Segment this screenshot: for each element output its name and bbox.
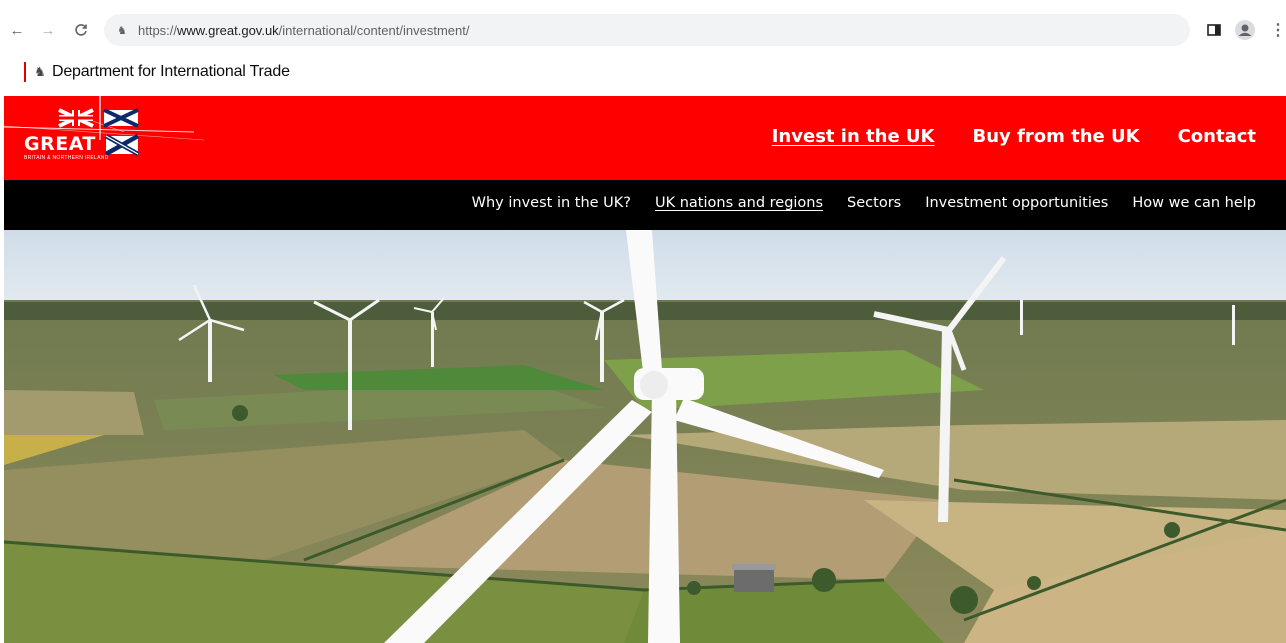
wind-farm-illustration (4, 230, 1286, 643)
subnav-sectors[interactable]: Sectors (847, 195, 901, 211)
subnav-how-we-can-help[interactable]: How we can help (1132, 195, 1256, 211)
subnav-investment-opportunities[interactable]: Investment opportunities (925, 195, 1108, 211)
forward-arrow-icon[interactable]: → (37, 19, 59, 41)
great-logo[interactable]: GREAT BRITAIN & NORTHERN IRELAND (3, 96, 205, 180)
department-banner: ♞ Department for International Trade (0, 50, 1286, 96)
site-crest-icon[interactable]: ♞ (114, 22, 130, 38)
logo-wordmark: GREAT (24, 133, 96, 155)
reload-icon[interactable] (70, 19, 92, 41)
url-text[interactable]: https://www.great.gov.uk/international/c… (138, 23, 469, 38)
side-panel-icon[interactable] (1203, 19, 1225, 41)
department-rule (24, 62, 26, 82)
main-navigation: Invest in the UK Buy from the UK Contact (772, 126, 1256, 147)
royal-crest-icon: ♞ (34, 64, 46, 79)
logo-subtitle: BRITAIN & NORTHERN IRELAND (24, 155, 109, 161)
site-header: GREAT BRITAIN & NORTHERN IRELAND Invest … (3, 96, 1286, 180)
back-arrow-icon[interactable]: ← (6, 19, 28, 41)
department-name[interactable]: Department for International Trade (52, 63, 290, 81)
section-navigation: Why invest in the UK? UK nations and reg… (4, 180, 1286, 230)
subnav-why-invest[interactable]: Why invest in the UK? (472, 195, 631, 211)
nav-invest-in-the-uk[interactable]: Invest in the UK (772, 126, 935, 147)
nav-buy-from-the-uk[interactable]: Buy from the UK (972, 126, 1139, 147)
hero-image (4, 230, 1286, 643)
nav-contact[interactable]: Contact (1178, 126, 1256, 147)
subnav-nations-regions[interactable]: UK nations and regions (655, 195, 823, 211)
more-menu-icon[interactable]: ⋮ (1267, 19, 1286, 41)
profile-avatar-icon[interactable] (1234, 19, 1256, 41)
browser-toolbar: ← → ♞ https://www.great.gov.uk/internati… (0, 10, 1286, 50)
address-bar[interactable]: ♞ https://www.great.gov.uk/international… (104, 14, 1190, 46)
